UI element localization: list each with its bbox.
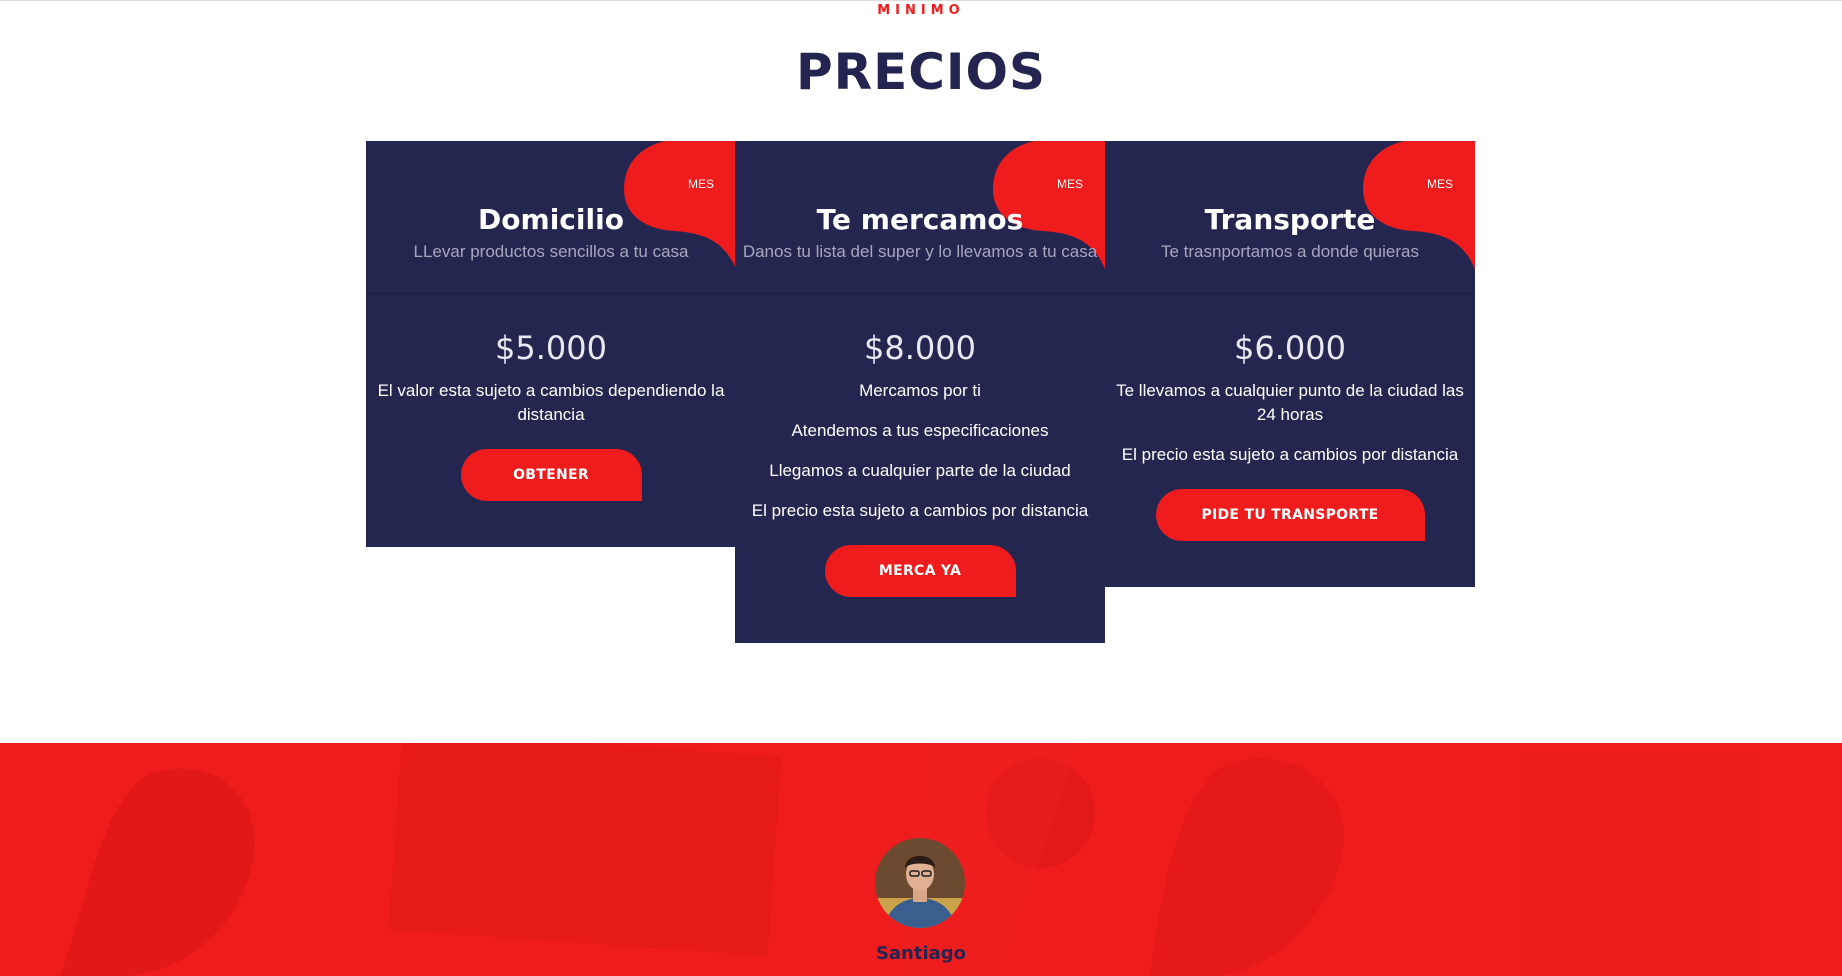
billing-period-badge: MES xyxy=(687,177,714,191)
feature-item: El precio esta sujeto a cambios por dist… xyxy=(751,501,1089,520)
card-body: $5.000 El valor esta sujeto a cambios de… xyxy=(366,293,736,501)
pide-tu-transporte-button[interactable]: PIDE TU TRANSPORTE xyxy=(1155,489,1425,541)
billing-period-badge: MES xyxy=(1426,177,1453,191)
person-avatar xyxy=(875,838,965,928)
person-avatar-icon xyxy=(875,838,965,928)
plan-title: Transporte xyxy=(1204,203,1376,236)
feature-item: El valor esta sujeto a cambios dependien… xyxy=(377,381,725,424)
pricing-card-domicilio: MES Domicilio LLevar productos sencillos… xyxy=(366,141,736,547)
top-divider xyxy=(0,0,1842,1)
plan-subtitle: Te trasnportamos a donde quieras xyxy=(1161,242,1419,261)
feature-item: Mercamos por ti xyxy=(859,381,981,400)
card-header: MES Domicilio LLevar productos sencillos… xyxy=(366,141,736,294)
section-eyebrow: MINIMO xyxy=(877,3,965,18)
merca-ya-button[interactable]: MERCA YA xyxy=(824,545,1016,597)
plan-subtitle: LLevar productos sencillos a tu casa xyxy=(413,242,689,261)
plan-title: Te mercamos xyxy=(816,203,1024,236)
feature-item: Atendemos a tus especificaciones xyxy=(791,421,1049,440)
plan-price: $6.000 xyxy=(1234,329,1346,367)
feature-item: Llegamos a cualquier parte de la ciudad xyxy=(769,461,1071,480)
plan-subtitle: Danos tu lista del super y lo llevamos a… xyxy=(742,242,1098,261)
plan-price: $8.000 xyxy=(864,329,976,367)
testimonial-author: Santiago xyxy=(875,943,967,964)
card-body: $8.000 Mercamos por ti Atendemos a tus e… xyxy=(735,293,1105,597)
obtener-button[interactable]: OBTENER xyxy=(460,449,642,501)
plan-price: $5.000 xyxy=(495,329,607,367)
pricing-card-transporte: MES Transporte Te trasnportamos a donde … xyxy=(1105,141,1475,587)
feature-item: Te llevamos a cualquier punto de la ciud… xyxy=(1116,381,1464,424)
feature-list: Te llevamos a cualquier punto de la ciud… xyxy=(1105,379,1475,467)
card-header: MES Te mercamos Danos tu lista del super… xyxy=(735,141,1105,294)
section-title: PRECIOS xyxy=(795,43,1047,101)
pricing-card-te-mercamos: MES Te mercamos Danos tu lista del super… xyxy=(735,141,1105,643)
billing-period-badge: MES xyxy=(1056,177,1083,191)
feature-list: Mercamos por ti Atendemos a tus especifi… xyxy=(735,379,1105,523)
card-header: MES Transporte Te trasnportamos a donde … xyxy=(1105,141,1475,294)
feature-item: El precio esta sujeto a cambios por dist… xyxy=(1121,445,1459,464)
feature-list: El valor esta sujeto a cambios dependien… xyxy=(366,379,736,427)
card-body: $6.000 Te llevamos a cualquier punto de … xyxy=(1105,293,1475,541)
plan-title: Domicilio xyxy=(478,203,624,236)
testimonial-section: Santiago xyxy=(0,743,1842,976)
